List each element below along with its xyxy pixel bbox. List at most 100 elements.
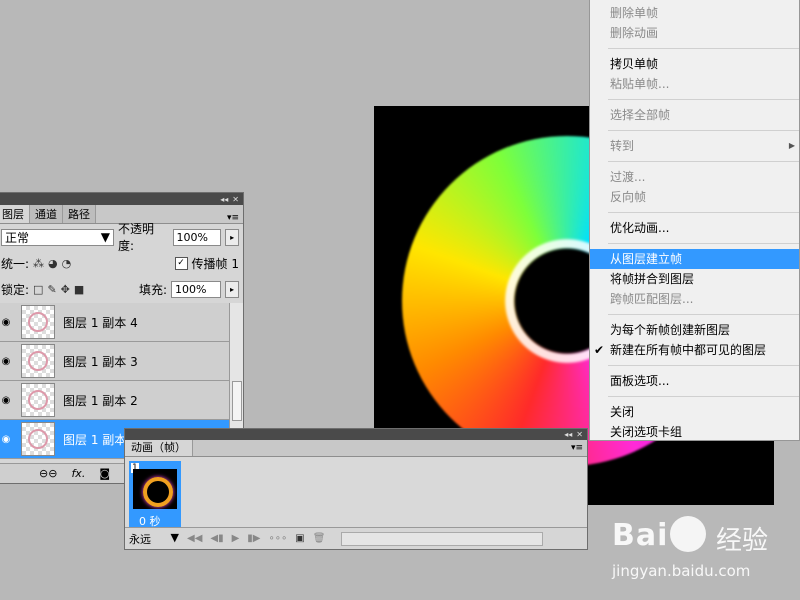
menu-item[interactable]: 删除单帧 xyxy=(590,3,799,23)
fill-label: 填充: xyxy=(138,282,167,297)
loop-value: 永远 xyxy=(129,532,151,546)
layer-row[interactable]: ◉ 图层 1 副本 4 xyxy=(0,303,229,342)
menu-separator xyxy=(608,243,799,244)
lock-paint-icon[interactable]: ✎ xyxy=(47,283,56,296)
menu-item[interactable]: 从图层建立帧 xyxy=(590,249,799,269)
lock-label: 锁定: xyxy=(1,282,30,297)
menu-item[interactable]: 面板选项... xyxy=(590,371,799,391)
animation-panel-titlebar[interactable]: ◂◂ ✕ xyxy=(125,429,587,440)
loop-select[interactable]: 永远 ▼ xyxy=(129,531,179,547)
collapse-icon[interactable]: ◂◂ xyxy=(564,430,572,439)
eye-icon[interactable]: ◉ xyxy=(0,356,15,367)
lock-all-icon[interactable]: ■ xyxy=(74,283,84,296)
menu-item-label: 反向帧 xyxy=(610,190,647,204)
layers-panel-titlebar[interactable]: ◂◂ ✕ xyxy=(0,193,243,205)
menu-item-label: 从图层建立帧 xyxy=(610,252,683,266)
menu-item-label: 拷贝单帧 xyxy=(610,57,659,71)
menu-item[interactable]: 过渡... xyxy=(590,167,799,187)
menu-separator xyxy=(608,212,799,213)
menu-separator xyxy=(608,314,799,315)
tab-layers[interactable]: 图层 xyxy=(0,205,30,223)
layer-thumbnail xyxy=(21,383,55,417)
layer-row[interactable]: ◉ 图层 1 副本 2 xyxy=(0,381,229,420)
menu-item[interactable]: 反向帧 xyxy=(590,187,799,207)
layer-name: 图层 1 副本 xyxy=(63,432,127,447)
paw-logo-icon xyxy=(670,516,706,552)
watermark-brand: Bai xyxy=(612,518,669,553)
tab-paths[interactable]: 路径 xyxy=(63,205,96,223)
menu-item[interactable]: ✔ 新建在所有帧中都可见的图层 xyxy=(590,340,799,360)
tab-channels[interactable]: 通道 xyxy=(30,205,63,223)
menu-item[interactable]: 粘贴单帧... xyxy=(590,74,799,94)
unify-style-icon[interactable]: ◔ xyxy=(62,257,72,270)
fill-input[interactable]: 100% xyxy=(171,280,221,298)
next-frame-icon[interactable]: ▮▶ xyxy=(247,533,260,544)
layer-name: 图层 1 副本 3 xyxy=(63,354,138,369)
menu-item[interactable]: 转到 ▶ xyxy=(590,136,799,156)
lock-row: 锁定: □ ✎ ✥ ■ 填充: 100% ▸ xyxy=(0,276,243,302)
frames-scrollbar[interactable] xyxy=(341,531,544,546)
baidu-jingyan-watermark: Bai 经验 jingyan.baidu.com xyxy=(612,512,792,592)
lock-transparent-icon[interactable]: □ xyxy=(33,283,43,296)
trash-icon[interactable]: 🗑 xyxy=(313,533,326,544)
check-icon: ✔ xyxy=(594,343,605,357)
eye-icon[interactable]: ◉ xyxy=(0,317,15,328)
submenu-arrow-icon: ▶ xyxy=(788,141,795,150)
layer-thumbnail xyxy=(21,344,55,378)
tween-icon[interactable]: ∘∘∘ xyxy=(269,533,288,544)
link-icon[interactable]: ⊖⊖ xyxy=(39,467,57,480)
menu-item[interactable]: 关闭 xyxy=(590,402,799,422)
mask-icon[interactable]: ◙ xyxy=(99,467,110,480)
opacity-input[interactable]: 100% xyxy=(172,228,222,246)
first-frame-icon[interactable]: ◀◀ xyxy=(187,533,202,544)
frame-thumbnail xyxy=(133,469,177,509)
panel-menu-icon[interactable]: ▾≡ xyxy=(571,443,583,453)
panel-menu-icon[interactable]: ▾≡ xyxy=(227,213,239,223)
scrollbar-thumb[interactable] xyxy=(232,381,242,421)
watermark-url: jingyan.baidu.com xyxy=(612,562,751,580)
blend-mode-value: 正常 xyxy=(5,230,30,245)
close-icon[interactable]: ✕ xyxy=(232,195,239,204)
menu-item[interactable]: 跨帧匹配图层... xyxy=(590,289,799,309)
menu-separator xyxy=(608,396,799,397)
menu-item-label: 新建在所有帧中都可见的图层 xyxy=(610,343,767,357)
menu-item-label: 删除动画 xyxy=(610,26,659,40)
menu-item[interactable]: 删除动画 xyxy=(590,23,799,43)
play-icon[interactable]: ▶ xyxy=(232,533,240,544)
menu-item[interactable]: 选择全部帧 xyxy=(590,105,799,125)
menu-item[interactable]: 优化动画... xyxy=(590,218,799,238)
layer-row[interactable]: ◉ 图层 1 副本 3 xyxy=(0,342,229,381)
chevron-down-icon: ▼ xyxy=(100,230,110,244)
menu-item-label: 粘贴单帧... xyxy=(610,77,670,91)
menu-item-label: 面板选项... xyxy=(610,374,670,388)
watermark-brand-cn: 经验 xyxy=(716,526,769,556)
eye-icon[interactable]: ◉ xyxy=(0,434,15,445)
chevron-down-icon: ▼ xyxy=(170,530,179,544)
unify-visibility-icon[interactable]: ◕ xyxy=(48,257,58,270)
new-frame-icon[interactable]: ▣ xyxy=(295,533,304,544)
menu-item-label: 转到 xyxy=(610,139,635,153)
fx-icon[interactable]: fx. xyxy=(71,467,85,480)
tab-animation-frames[interactable]: 动画（帧） xyxy=(125,440,193,456)
layer-name: 图层 1 副本 2 xyxy=(63,393,138,408)
prev-frame-icon[interactable]: ◀▮ xyxy=(210,533,223,544)
opacity-label: 不透明度: xyxy=(117,222,154,253)
collapse-icon[interactable]: ◂◂ xyxy=(220,195,228,204)
menu-item[interactable]: 关闭选项卡组 xyxy=(590,422,799,442)
frame-strip: 1 0 秒 xyxy=(125,457,587,528)
blend-mode-select[interactable]: 正常 ▼ xyxy=(1,228,114,246)
opacity-slider-button[interactable]: ▸ xyxy=(225,228,239,246)
close-icon[interactable]: ✕ xyxy=(576,430,583,439)
eye-icon[interactable]: ◉ xyxy=(0,395,15,406)
menu-item-label: 优化动画... xyxy=(610,221,670,235)
unify-position-icon[interactable]: ⁂ xyxy=(33,257,44,270)
menu-item[interactable]: 将帧拼合到图层 xyxy=(590,269,799,289)
fill-slider-button[interactable]: ▸ xyxy=(225,280,239,298)
animation-frame[interactable]: 1 0 秒 xyxy=(129,461,181,528)
lock-move-icon[interactable]: ✥ xyxy=(61,283,70,296)
menu-item[interactable]: 拷贝单帧 xyxy=(590,54,799,74)
propagate-checkbox[interactable]: ✓ xyxy=(174,256,188,270)
layer-name: 图层 1 副本 4 xyxy=(63,315,138,330)
menu-item[interactable]: 为每个新帧创建新图层 xyxy=(590,320,799,340)
layer-thumbnail xyxy=(21,305,55,339)
